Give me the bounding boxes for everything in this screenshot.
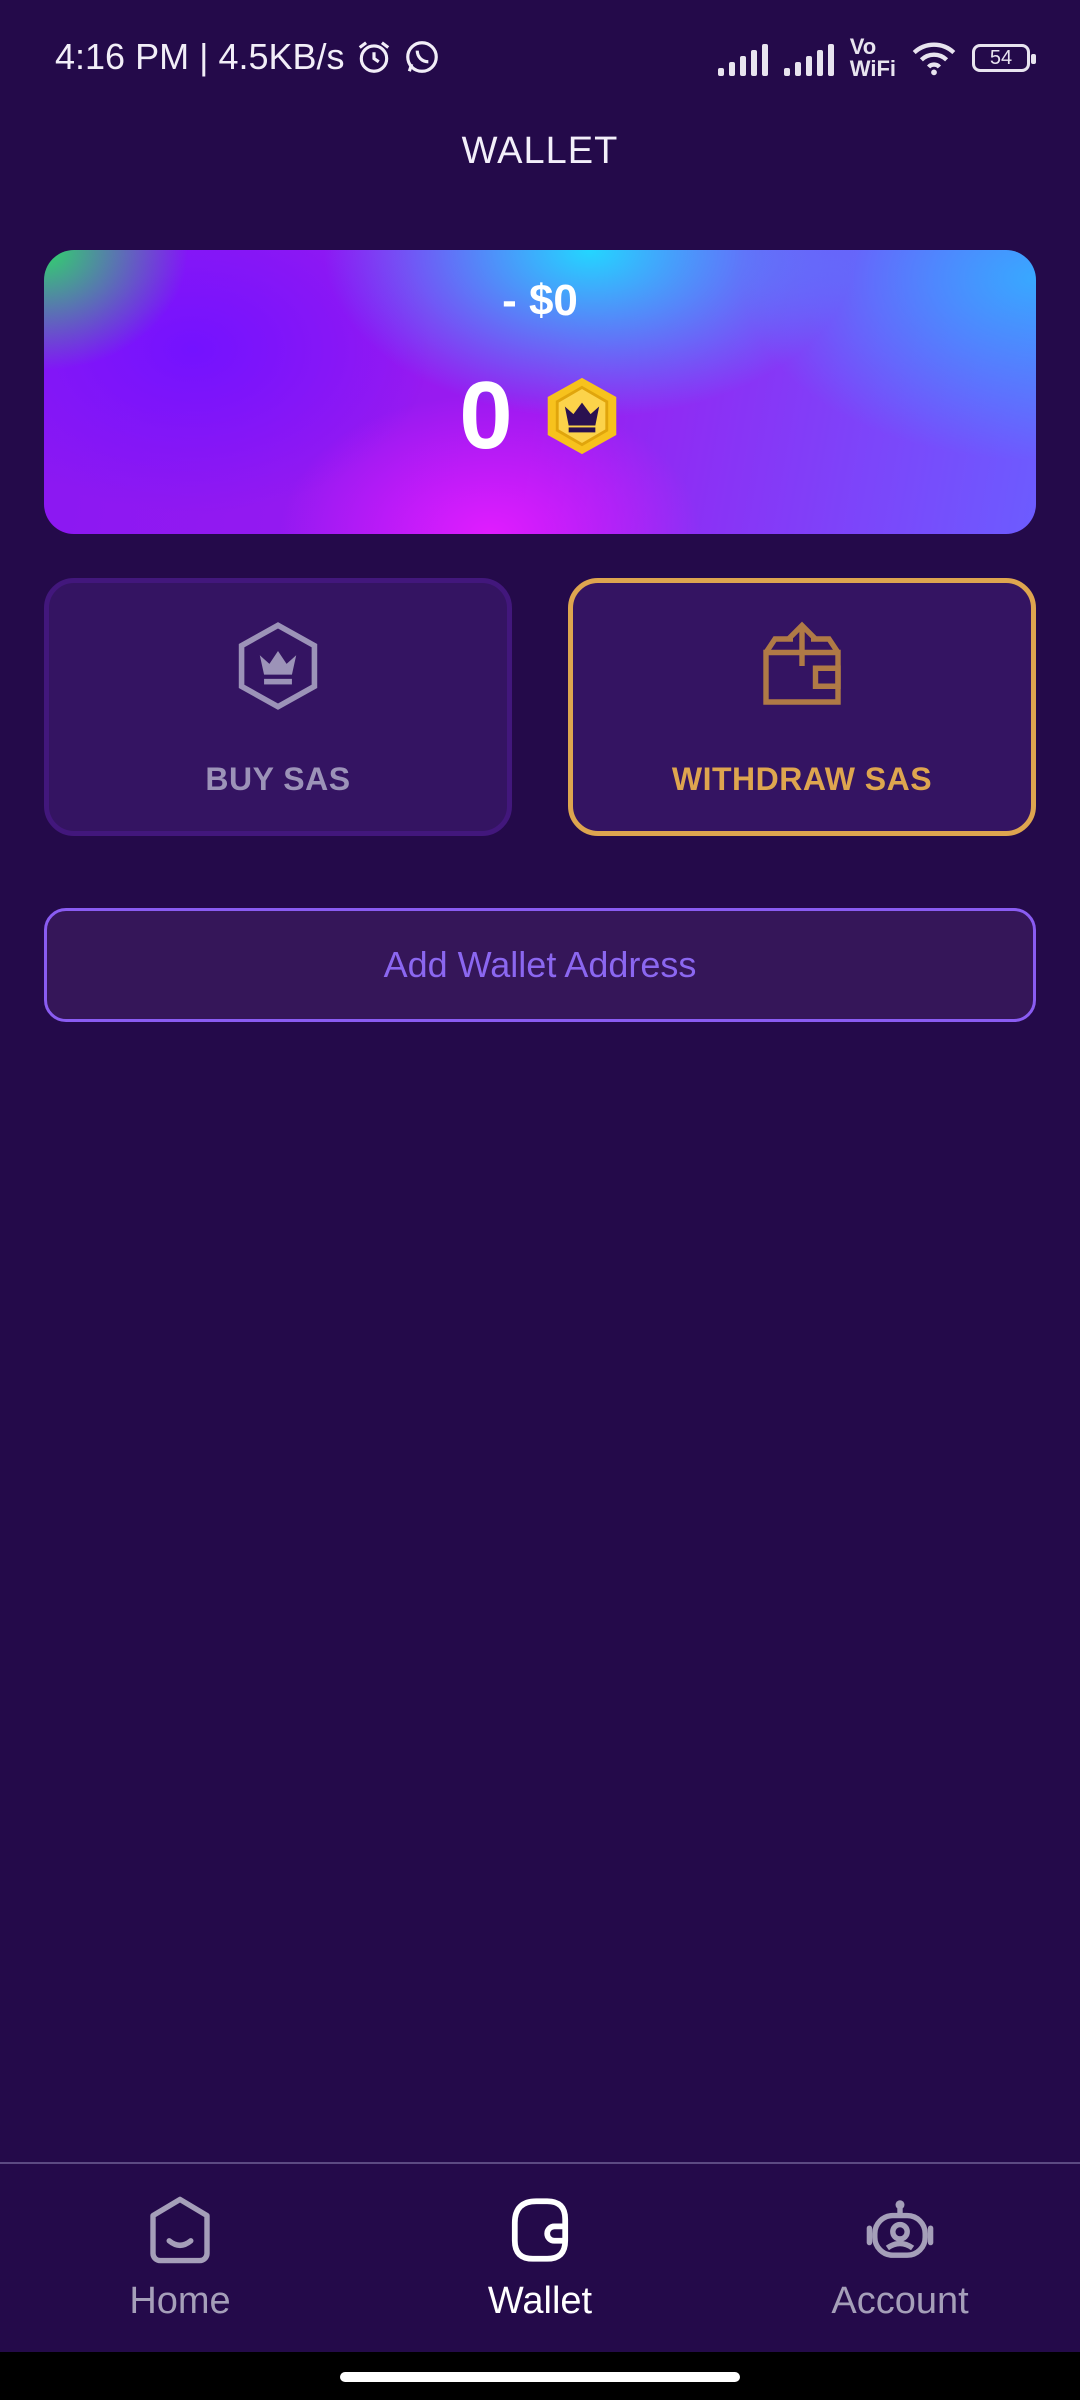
vowifi-indicator: Vo WiFi: [850, 36, 896, 80]
add-wallet-address-label: Add Wallet Address: [383, 944, 697, 985]
add-wallet-address-button[interactable]: Add Wallet Address: [44, 908, 1036, 1022]
bottom-nav: Home Wallet Account: [0, 2162, 1080, 2354]
wallet-upload-icon: [763, 621, 841, 705]
nav-item-home[interactable]: Home: [40, 2194, 320, 2323]
nav-item-account[interactable]: Account: [760, 2194, 1040, 2323]
status-bar: 4:16 PM | 4.5KB/s Vo WiFi 54: [0, 0, 1080, 120]
status-right: Vo WiFi 54: [717, 36, 1036, 80]
nav-label-account: Account: [831, 2280, 969, 2322]
alarm-icon: [358, 41, 389, 73]
signal-icon: [783, 40, 834, 76]
home-icon: [150, 2196, 210, 2264]
nav-label-wallet: Wallet: [487, 2280, 593, 2322]
page-title: WALLET: [461, 130, 619, 172]
withdraw-sas-label: WITHDRAW SAS: [671, 761, 933, 797]
signal-icon: [717, 40, 768, 76]
status-time: 4:16 PM: [55, 36, 190, 77]
status-separator: |: [199, 36, 209, 77]
robot-icon: [866, 2200, 934, 2258]
balance-card: - $0 0: [44, 250, 1036, 534]
status-left: 4:16 PM | 4.5KB/s: [55, 36, 441, 78]
status-network-speed: 4.5KB/s: [218, 36, 345, 77]
nav-item-wallet[interactable]: Wallet: [400, 2194, 680, 2323]
home-indicator[interactable]: [340, 2372, 740, 2382]
vowifi-bottom: WiFi: [849, 56, 896, 81]
vowifi-top: Vo: [849, 34, 877, 59]
nav-label-home: Home: [129, 2280, 231, 2322]
usd-balance: - $0: [502, 276, 578, 325]
wifi-icon: [912, 42, 956, 76]
battery-icon: 54: [972, 44, 1036, 72]
sas-balance-row: 0: [44, 368, 1036, 464]
battery-level: 54: [989, 46, 1013, 69]
crown-hexagon-icon: [238, 622, 318, 710]
whatsapp-icon: [405, 41, 438, 73]
crown-coin-icon: [547, 377, 616, 455]
buy-sas-label: BUY SAS: [205, 761, 351, 797]
buy-sas-button[interactable]: BUY SAS: [44, 578, 512, 836]
wallet-icon: [511, 2198, 569, 2262]
withdraw-sas-button[interactable]: WITHDRAW SAS: [568, 578, 1036, 836]
gesture-area: [0, 2352, 1080, 2400]
sas-balance: 0: [459, 362, 513, 469]
